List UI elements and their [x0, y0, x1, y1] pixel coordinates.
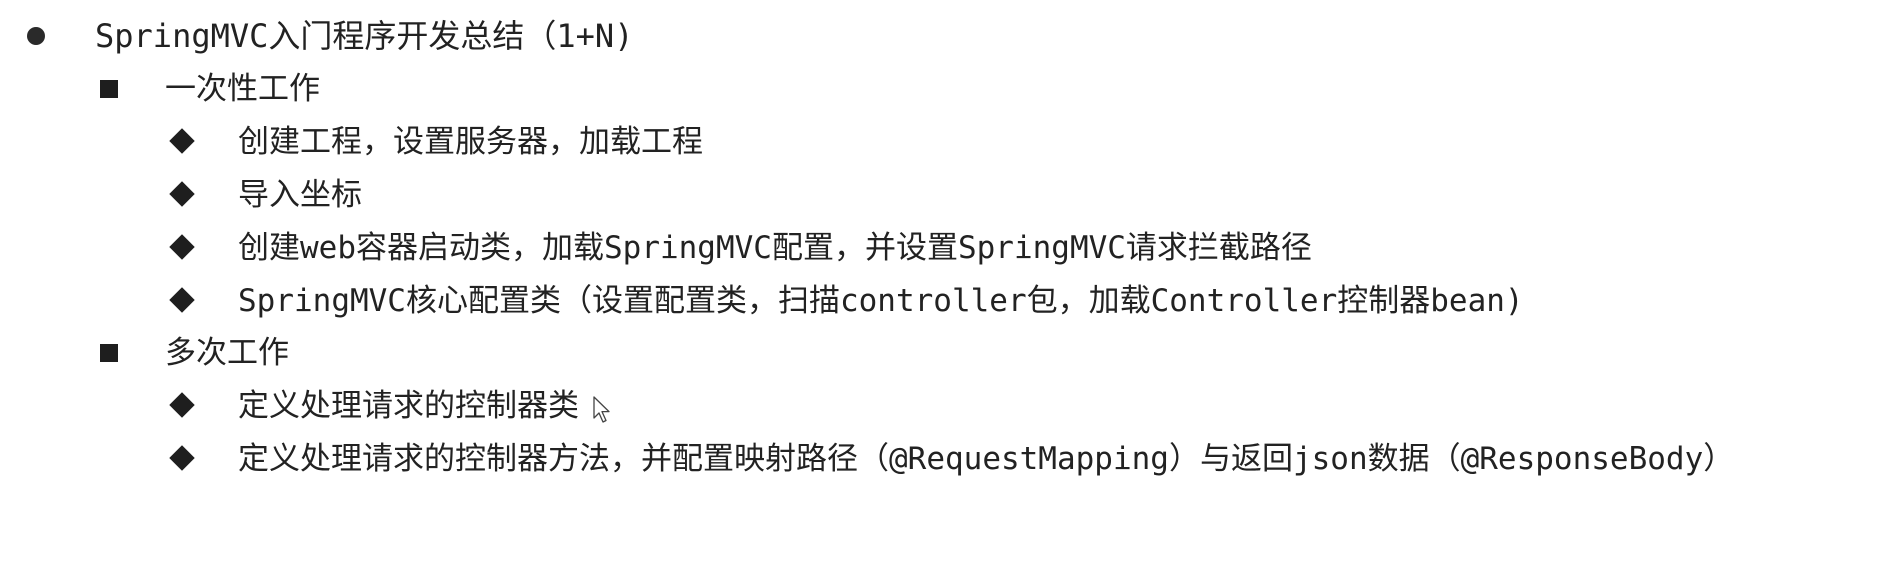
diamond-bullet-icon [169, 445, 195, 471]
list-item-text: SpringMVC核心配置类（设置配置类，扫描controller包，加载Con… [238, 283, 1524, 319]
diamond-bullet-icon [169, 392, 195, 418]
list-item-text: 创建工程，设置服务器，加载工程 [238, 124, 703, 160]
diamond-bullet-icon [169, 128, 195, 154]
diamond-bullet-icon [169, 287, 195, 313]
square-bullet-icon [100, 344, 118, 362]
square-bullet-icon [100, 80, 118, 98]
mouse-pointer-icon [593, 396, 610, 423]
outline-title: SpringMVC入门程序开发总结（1+N) [95, 17, 634, 55]
list-item-text: 定义处理请求的控制器类 [238, 388, 579, 424]
section-many-heading: 多次工作 [165, 335, 289, 371]
diamond-bullet-icon [169, 181, 195, 207]
disc-bullet-icon [27, 27, 45, 45]
list-item-text: 导入坐标 [238, 177, 362, 213]
section-once-heading: 一次性工作 [165, 71, 320, 107]
list-item-text: 定义处理请求的控制器方法，并配置映射路径（@RequestMapping）与返回… [238, 441, 1735, 477]
diamond-bullet-icon [169, 234, 195, 260]
list-item-text: 创建web容器启动类，加载SpringMVC配置，并设置SpringMVC请求拦… [238, 230, 1312, 266]
